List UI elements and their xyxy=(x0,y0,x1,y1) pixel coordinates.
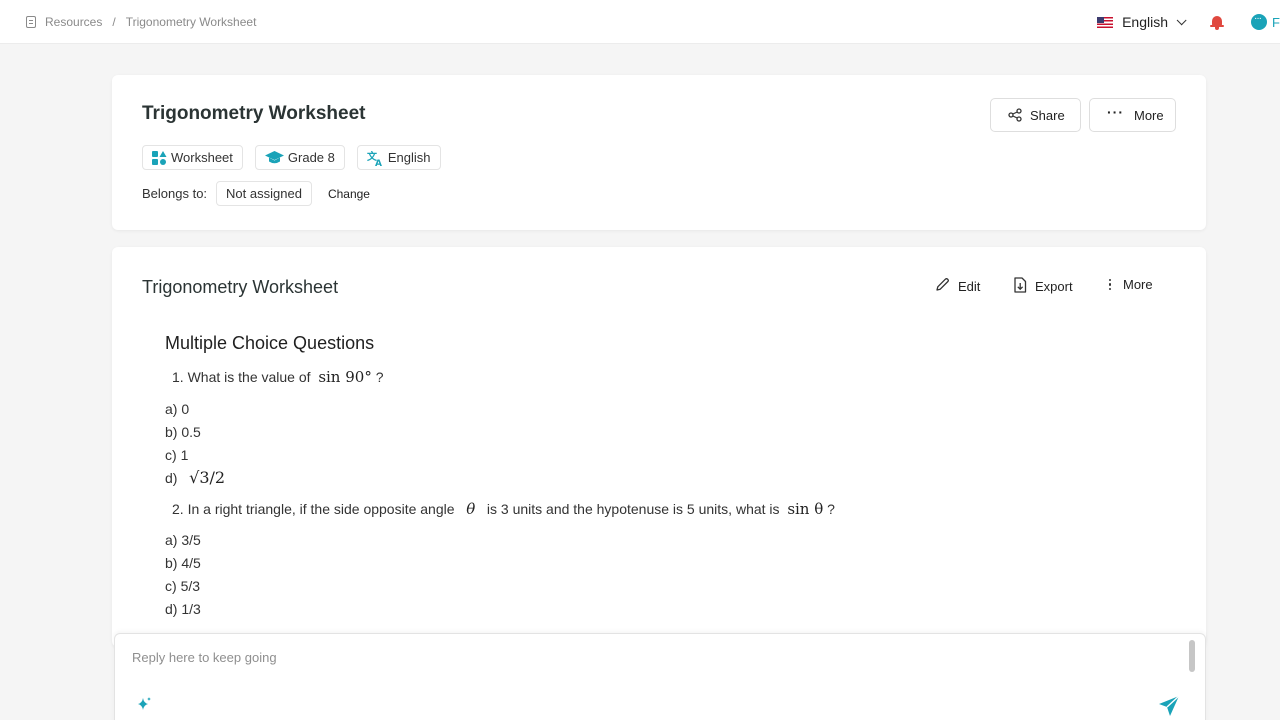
question-text: What is the value of xyxy=(187,369,311,385)
option-text: 0 xyxy=(181,401,190,417)
option-letter: c) xyxy=(165,447,177,463)
option-letter: d) xyxy=(165,470,178,486)
option-text: 1/3 xyxy=(181,601,201,617)
chat-icon[interactable] xyxy=(1251,13,1267,30)
question-2: 2. In a right triangle, if the side oppo… xyxy=(172,500,835,518)
question-text: In a right triangle, if the side opposit… xyxy=(187,501,455,517)
user-menu-label[interactable]: F xyxy=(1272,15,1280,30)
reply-input[interactable] xyxy=(132,650,1172,665)
option-item: d) 1/3 xyxy=(165,601,201,617)
us-flag-icon xyxy=(1097,16,1114,28)
breadcrumb-resources[interactable]: Resources xyxy=(45,15,102,29)
translate-icon: 文 A xyxy=(367,150,384,169)
graduation-cap-icon xyxy=(264,151,284,164)
share-label: Share xyxy=(1030,107,1065,123)
option-text: 1 xyxy=(180,447,189,463)
option-item: a) 0 xyxy=(165,401,189,417)
belongs-to-row: Belongs to: Not assigned Change xyxy=(142,181,370,206)
belongs-to-value: Not assigned xyxy=(216,181,312,206)
tag-worksheet: Worksheet xyxy=(142,145,243,170)
content-more-button[interactable]: More xyxy=(1107,277,1153,292)
option-letter: b) xyxy=(165,424,178,440)
option-item: c) 5/3 xyxy=(165,578,200,594)
question-math-theta: θ xyxy=(466,500,476,518)
reply-box xyxy=(114,633,1206,720)
page-title: Trigonometry Worksheet xyxy=(142,103,366,124)
belongs-to-label: Belongs to: xyxy=(142,186,208,201)
option-item: b) 4/5 xyxy=(165,555,201,571)
reply-scrollbar[interactable] xyxy=(1189,640,1195,672)
question-number: 2. xyxy=(172,501,184,517)
tag-label: Worksheet xyxy=(171,150,233,165)
ellipsis-icon: ··· xyxy=(1107,104,1124,120)
option-item: a) 3/5 xyxy=(165,532,201,548)
chevron-down-icon xyxy=(1176,14,1187,25)
option-text: 5/3 xyxy=(180,578,201,594)
tag-language: 文 A English xyxy=(356,145,441,170)
file-download-icon xyxy=(1013,277,1027,296)
language-label: English xyxy=(1122,14,1168,30)
document-icon xyxy=(26,15,36,28)
share-button[interactable]: Share xyxy=(990,98,1081,132)
option-letter: a) xyxy=(165,401,178,417)
question-text-end: ? xyxy=(375,369,384,385)
resource-header-card: Trigonometry Worksheet Share ··· More Wo… xyxy=(112,75,1206,230)
sparkle-icon[interactable] xyxy=(135,696,153,714)
language-selector[interactable]: English xyxy=(1097,14,1187,30)
option-letter: b) xyxy=(165,555,178,571)
bell-icon[interactable] xyxy=(1209,14,1225,30)
option-text: 4/5 xyxy=(181,555,201,571)
option-text: 0.5 xyxy=(181,424,201,440)
worksheet-content-card: Trigonometry Worksheet Edit Export More … xyxy=(112,247,1206,647)
option-letter: c) xyxy=(165,578,177,594)
option-text: √3/2 xyxy=(189,468,226,487)
edit-label: Edit xyxy=(958,278,981,294)
content-title: Trigonometry Worksheet xyxy=(142,277,339,297)
top-bar: Resources / Trigonometry Worksheet Engli… xyxy=(0,0,1280,44)
question-math: sin θ xyxy=(787,500,824,518)
question-text-end: ? xyxy=(827,501,835,517)
svg-text:A: A xyxy=(375,159,382,166)
breadcrumb-separator: / xyxy=(112,14,116,29)
question-text-mid: is 3 units and the hypotenuse is 5 units… xyxy=(486,501,780,517)
question-1: 1. What is the value of sin 90° ? xyxy=(172,368,384,386)
tag-label: Grade 8 xyxy=(287,150,335,165)
pencil-icon xyxy=(935,277,950,295)
breadcrumb-current: Trigonometry Worksheet xyxy=(125,14,257,29)
top-right-controls: English F xyxy=(1097,0,1280,44)
export-label: Export xyxy=(1035,279,1073,294)
more-button[interactable]: ··· More xyxy=(1089,98,1176,132)
content-more-label: More xyxy=(1123,277,1153,292)
question-number: 1. xyxy=(172,369,184,385)
option-letter: a) xyxy=(165,532,178,548)
option-item: d) √3/2 xyxy=(165,468,225,487)
shapes-icon xyxy=(152,151,167,165)
breadcrumb: Resources / Trigonometry Worksheet xyxy=(0,15,256,29)
option-item: c) 1 xyxy=(165,447,188,463)
option-item: b) 0.5 xyxy=(165,424,201,440)
more-label: More xyxy=(1134,107,1164,123)
send-icon[interactable] xyxy=(1157,694,1181,718)
tag-grade: Grade 8 xyxy=(254,145,345,170)
vertical-dots-icon xyxy=(1107,278,1113,292)
section-heading: Multiple Choice Questions xyxy=(165,333,375,353)
tag-list: Worksheet Grade 8 文 A English xyxy=(142,145,453,170)
change-button[interactable]: Change xyxy=(328,187,370,201)
tag-label: English xyxy=(387,150,431,165)
share-icon xyxy=(1008,108,1022,122)
option-letter: d) xyxy=(165,601,178,617)
question-math: sin 90° xyxy=(318,368,372,386)
option-text: 3/5 xyxy=(181,532,201,548)
export-button[interactable]: Export xyxy=(1013,277,1073,296)
edit-button[interactable]: Edit xyxy=(935,277,980,295)
